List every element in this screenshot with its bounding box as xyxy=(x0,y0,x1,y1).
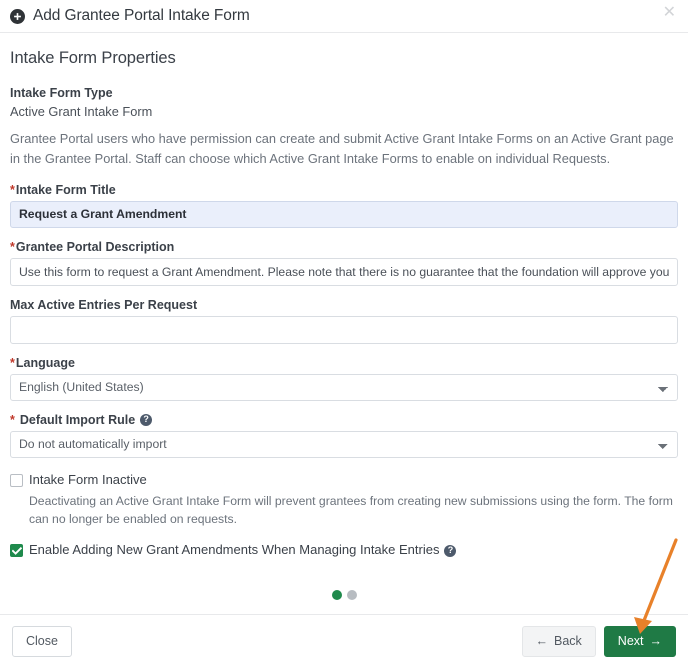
modal-body: Intake Form Properties Intake Form Type … xyxy=(0,33,688,614)
modal-header: Add Grantee Portal Intake Form ✕ xyxy=(0,0,688,33)
intake-form-type-label: Intake Form Type xyxy=(10,86,678,100)
checkbox-enable-adding-new-grant-amendments-label: Enable Adding New Grant Amendments When … xyxy=(29,542,457,559)
next-button-label: Next xyxy=(617,634,644,649)
checkbox-row-enable-adding-new-grant-amendments: Enable Adding New Grant Amendments When … xyxy=(10,542,678,559)
pager-dot-2[interactable] xyxy=(346,590,357,600)
required-star: * xyxy=(10,239,15,254)
required-star: * xyxy=(10,412,15,427)
language-select[interactable]: English (United States) xyxy=(10,373,678,401)
intake-form-type-value: Active Grant Intake Form xyxy=(10,104,153,119)
language-label-text: Language xyxy=(15,355,75,370)
grantee-portal-description-input[interactable] xyxy=(10,257,678,286)
help-circle-icon[interactable]: ? xyxy=(140,413,153,426)
max-active-entries-label: Max Active Entries Per Request xyxy=(10,298,678,312)
checkbox-enable-adding-new-grant-amendments[interactable] xyxy=(10,544,23,558)
help-icon-glyph: ? xyxy=(143,413,149,424)
intake-form-type-description: Grantee Portal users who have permission… xyxy=(10,131,674,166)
default-import-rule-label: * Default Import Rule ? xyxy=(10,413,678,427)
next-button[interactable]: Next → xyxy=(603,626,676,657)
default-import-rule-select[interactable]: Do not automatically import xyxy=(10,430,678,458)
arrow-right-icon: → xyxy=(649,634,663,649)
plus-circle-icon xyxy=(10,8,25,24)
intake-form-title-label: * Intake Form Title xyxy=(10,183,678,197)
max-active-entries-input[interactable] xyxy=(10,315,678,344)
intake-form-type-label-text: Intake Form Type xyxy=(10,86,113,100)
checkbox-enable-label-text: Enable Adding New Grant Amendments When … xyxy=(29,542,440,558)
default-import-rule-label-text: Default Import Rule xyxy=(19,412,136,427)
grantee-portal-description-label-text: Grantee Portal Description xyxy=(15,239,175,254)
back-button-label: Back xyxy=(554,634,582,649)
pager-dot-1[interactable] xyxy=(331,590,342,600)
checkbox-intake-form-inactive[interactable] xyxy=(10,473,23,487)
back-button[interactable]: ← Back xyxy=(521,626,596,657)
help-circle-icon[interactable]: ? xyxy=(444,544,457,557)
required-star: * xyxy=(10,355,15,370)
page-title: Add Grantee Portal Intake Form xyxy=(33,7,250,24)
close-icon[interactable]: ✕ xyxy=(663,5,676,21)
modal-header-left: Add Grantee Portal Intake Form xyxy=(10,7,250,25)
intake-form-title-input[interactable] xyxy=(10,200,678,228)
modal-footer: Close ← Back Next → xyxy=(0,614,688,668)
section-title: Intake Form Properties xyxy=(10,49,176,67)
pager-dots xyxy=(0,590,688,600)
help-icon-glyph: ? xyxy=(447,544,454,555)
field-group-intake-form-title: * Intake Form Title xyxy=(10,183,678,228)
field-group-grantee-portal-description: * Grantee Portal Description xyxy=(10,240,678,286)
checkbox-intake-form-inactive-label: Intake Form Inactive xyxy=(29,471,147,487)
language-label: * Language xyxy=(10,356,678,370)
arrow-left-icon: ← xyxy=(535,634,549,649)
field-group-max-active-entries: Max Active Entries Per Request xyxy=(10,298,678,344)
field-group-default-import-rule: * Default Import Rule ? Do not automatic… xyxy=(10,413,678,458)
checkbox-row-intake-form-inactive: Intake Form Inactive xyxy=(10,472,678,489)
grantee-portal-description-label: * Grantee Portal Description xyxy=(10,240,678,254)
intake-form-title-label-text: Intake Form Title xyxy=(15,182,116,197)
checkbox-intake-form-inactive-help-text: Deactivating an Active Grant Intake Form… xyxy=(29,493,673,526)
field-group-language: * Language English (United States) xyxy=(10,356,678,401)
close-button[interactable]: Close xyxy=(12,626,72,657)
max-active-entries-label-text: Max Active Entries Per Request xyxy=(10,297,198,312)
footer-right-actions: ← Back Next → xyxy=(521,626,676,657)
required-star: * xyxy=(10,182,15,197)
